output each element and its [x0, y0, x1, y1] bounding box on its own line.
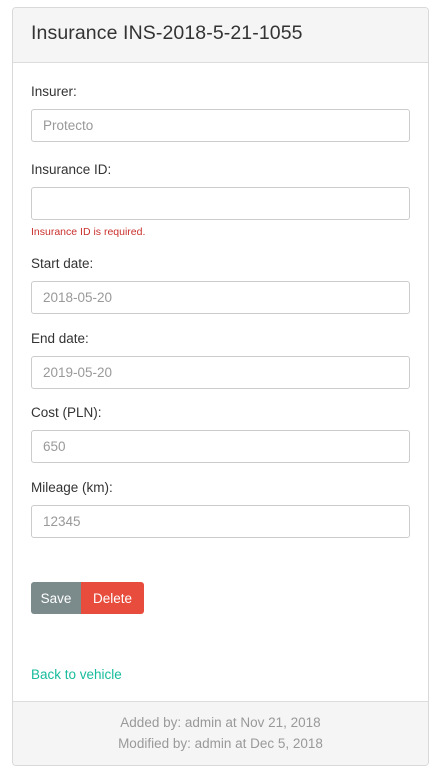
insurance-id-group: Insurance ID: Insurance ID is required.: [31, 161, 410, 255]
page-title: Insurance INS-2018-5-21-1055: [31, 22, 303, 44]
save-button[interactable]: Save: [31, 582, 81, 614]
start-date-label: Start date:: [31, 256, 94, 271]
cost-group: Cost (PLN):: [31, 404, 410, 479]
start-date-group: Start date:: [31, 255, 410, 330]
insurance-id-label: Insurance ID:: [31, 162, 112, 177]
insurer-group: Insurer:: [31, 83, 410, 161]
mileage-label: Mileage (km):: [31, 480, 113, 495]
mileage-input[interactable]: [31, 505, 410, 538]
back-to-vehicle-link[interactable]: Back to vehicle: [31, 667, 122, 682]
cost-label: Cost (PLN):: [31, 405, 102, 420]
end-date-label: End date:: [31, 331, 89, 346]
insurance-id-error: Insurance ID is required.: [31, 226, 146, 238]
cost-input[interactable]: [31, 430, 410, 463]
start-date-input[interactable]: [31, 281, 410, 314]
added-by-text: Added by: admin at Nov 21, 2018: [120, 715, 321, 730]
insurance-card: Insurance INS-2018-5-21-1055 Insurer: In…: [12, 7, 429, 766]
mileage-group: Mileage (km):: [31, 479, 410, 554]
insurer-input[interactable]: [31, 109, 410, 142]
form-actions: Save Delete: [31, 582, 144, 614]
insurance-id-input[interactable]: [31, 187, 410, 220]
end-date-input[interactable]: [31, 356, 410, 389]
delete-button[interactable]: Delete: [81, 582, 144, 614]
end-date-group: End date:: [31, 330, 410, 404]
modified-by-text: Modified by: admin at Dec 5, 2018: [118, 735, 323, 751]
insurer-label: Insurer:: [31, 84, 77, 99]
card-footer: Added by: admin at Nov 21, 2018 Modified…: [13, 701, 428, 765]
insurance-form: Insurer: Insurance ID: Insurance ID is r…: [13, 63, 428, 554]
card-header: Insurance INS-2018-5-21-1055: [13, 8, 428, 63]
